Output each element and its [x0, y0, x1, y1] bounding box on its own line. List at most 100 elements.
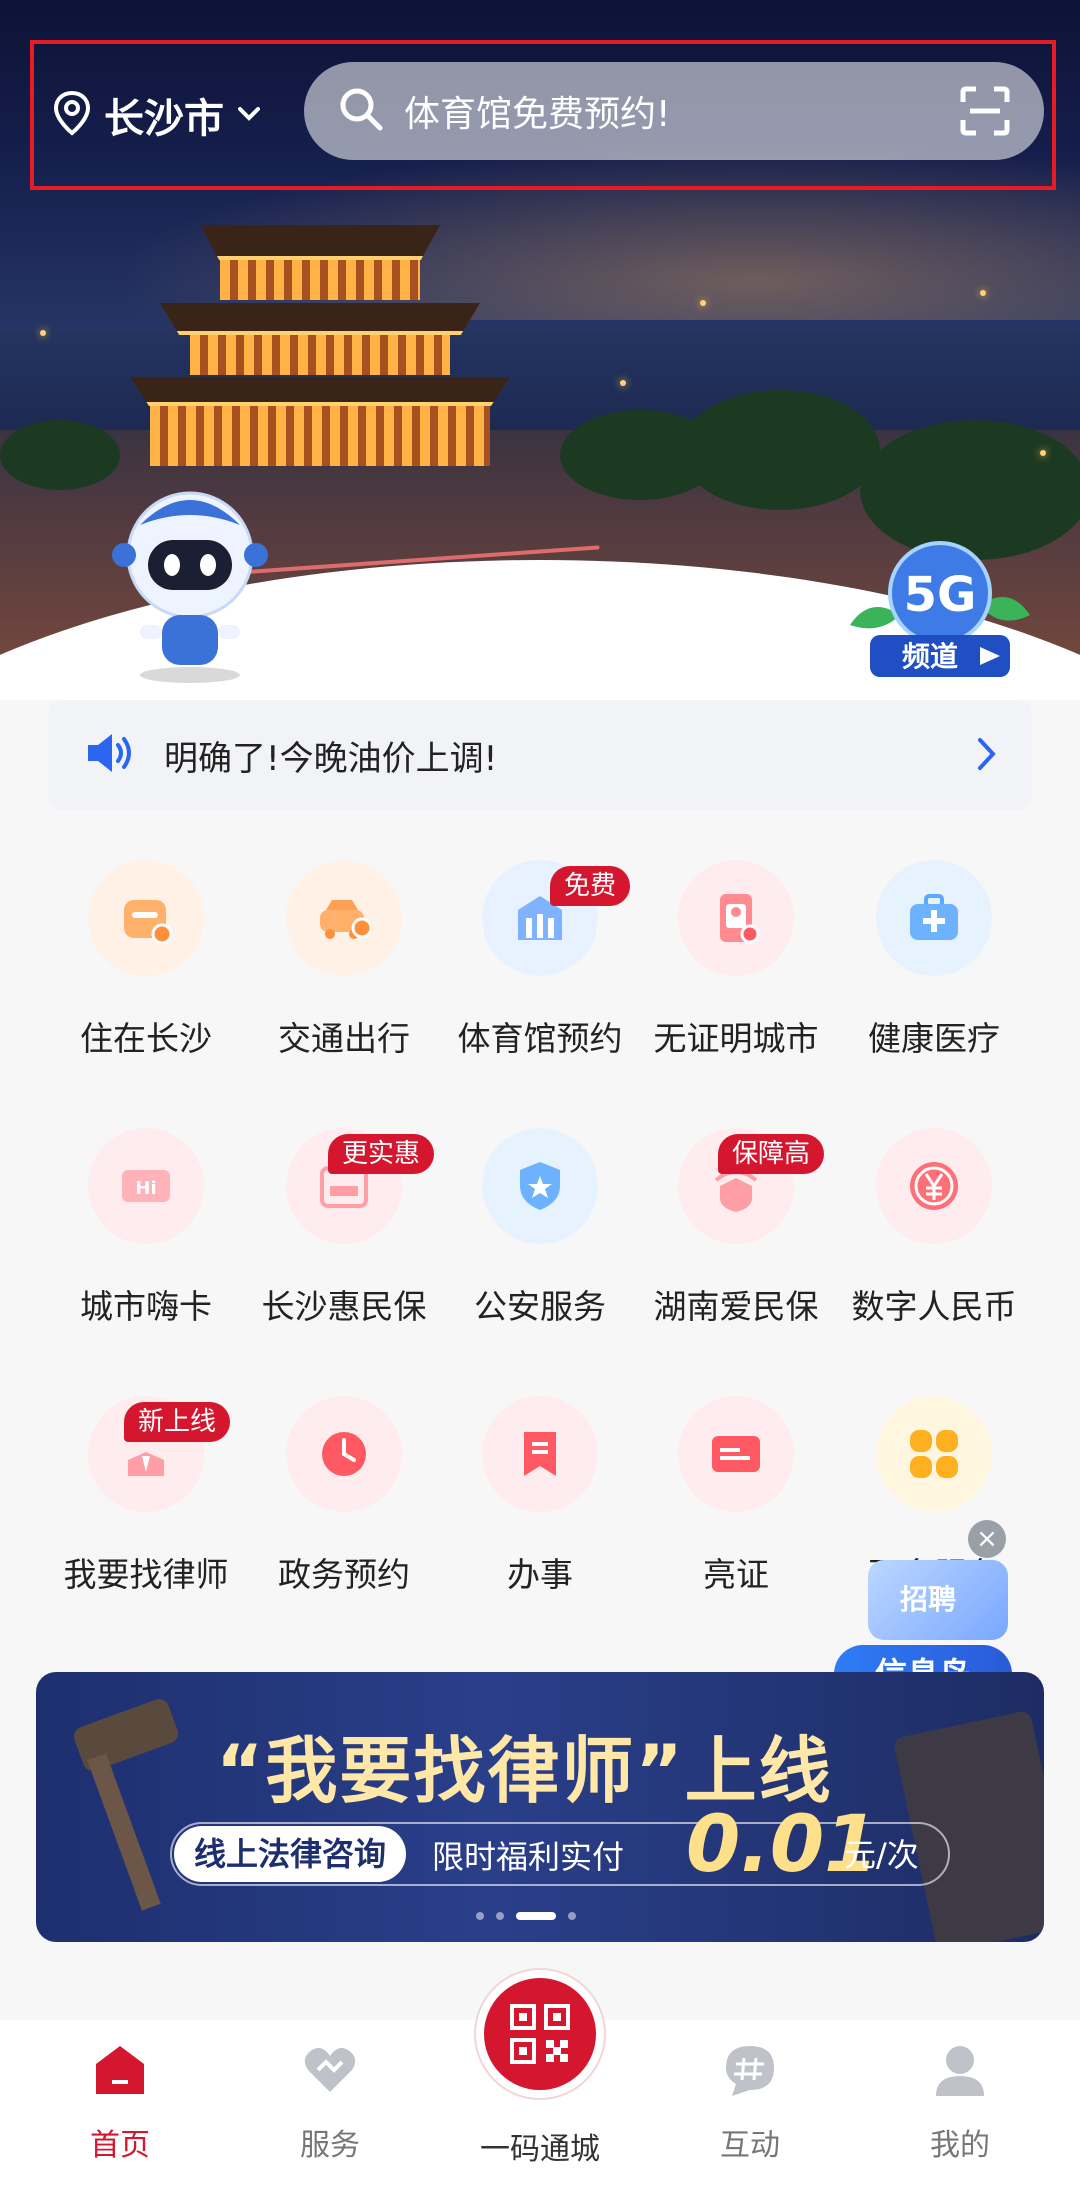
nav-item-home[interactable]: 首页: [12, 2020, 228, 2185]
yuan-coin-icon: [876, 1128, 992, 1244]
5g-channel-badge[interactable]: 5G 频道: [840, 535, 1040, 680]
badge-free: 免费: [550, 866, 631, 906]
gavel-icon: [73, 1699, 179, 1911]
service-item-certificate-free-city[interactable]: 无证明城市: [628, 840, 844, 1090]
service-item-healthcare[interactable]: 健康医疗: [826, 840, 1042, 1090]
speaker-icon: [84, 731, 136, 779]
banner-tag: 线上法律咨询: [174, 1826, 407, 1882]
qr-code-icon: [510, 2004, 570, 2064]
hiring-text: 招聘: [900, 1583, 957, 1616]
clock-icon: [286, 1396, 402, 1512]
channel-text: 频道: [902, 640, 958, 673]
badge-high-protection: 保障高: [718, 1134, 825, 1174]
service-label: 亮证: [703, 1555, 769, 1594]
search-placeholder: 体育馆免费预约!: [404, 94, 671, 135]
carousel-dot-active[interactable]: [516, 1912, 556, 1920]
light: [40, 330, 46, 336]
service-item-hunan-aiminbao[interactable]: 保障高 湖南爱民保: [628, 1108, 844, 1358]
promo-banner[interactable]: “我要找律师”上线 线上法律咨询 限时福利实付 0.01 元/次: [36, 1672, 1044, 1942]
service-item-stadium-booking[interactable]: 免费 体育馆预约: [432, 840, 648, 1090]
tree: [680, 390, 880, 510]
service-item-gov-appointment[interactable]: 政务预约: [236, 1376, 452, 1626]
nav-label: 一码通城: [480, 2132, 600, 2167]
medical-kit-icon: [876, 860, 992, 976]
nav-item-services[interactable]: 服务: [222, 2020, 438, 2185]
carousel-dot[interactable]: [476, 1912, 484, 1920]
house-location-icon: [88, 860, 204, 976]
carousel-dot[interactable]: [568, 1912, 576, 1920]
carousel-dots: [476, 1912, 576, 1920]
service-label: 无证明城市: [653, 1019, 819, 1058]
nav-label: 首页: [90, 2128, 150, 2163]
svg-text:Hi: Hi: [135, 1178, 156, 1199]
service-label: 长沙惠民保: [261, 1287, 427, 1326]
service-icon: [302, 2042, 358, 2102]
search-icon: [338, 86, 384, 136]
service-item-transport[interactable]: 交通出行: [236, 840, 452, 1090]
city-selector[interactable]: 长沙市: [52, 90, 260, 142]
nav-label: 我的: [930, 2128, 990, 2163]
grid-icon: [876, 1396, 992, 1512]
service-label: 我要找律师: [63, 1555, 229, 1594]
light: [620, 380, 626, 386]
service-item-live-in-changsha[interactable]: 住在长沙: [38, 840, 254, 1090]
nav-label: 服务: [300, 2128, 360, 2163]
roof: [200, 225, 440, 260]
card-icon: [678, 1396, 794, 1512]
service-label: 政务预约: [278, 1555, 410, 1594]
service-label: 交通出行: [278, 1019, 410, 1058]
location-pin-icon: [52, 90, 92, 140]
badge-better-value: 更实惠: [328, 1134, 435, 1174]
service-item-city-hi-card[interactable]: Hi 城市嗨卡: [38, 1108, 254, 1358]
service-item-handle-affairs[interactable]: 办事: [432, 1376, 648, 1626]
scan-icon[interactable]: [960, 86, 1010, 140]
light: [980, 290, 986, 296]
roof: [160, 303, 480, 335]
chevron-right-icon: [976, 736, 998, 776]
pavilion-illustration: [110, 190, 510, 490]
roof: [130, 377, 510, 406]
service-item-police-services[interactable]: 公安服务: [432, 1108, 648, 1358]
bookmark-icon: [482, 1396, 598, 1512]
id-phone-icon: [678, 860, 794, 976]
floor: [190, 335, 450, 375]
5g-text: 5G: [904, 567, 977, 623]
service-item-changsha-huiminbao[interactable]: 更实惠 长沙惠民保: [236, 1108, 452, 1358]
banner-promo: 限时福利实付: [432, 1838, 625, 1876]
close-icon[interactable]: ×: [968, 1520, 1006, 1558]
badge-new: 新上线: [124, 1402, 231, 1442]
news-ticker[interactable]: 明确了!今晚油价上调!: [48, 700, 1032, 810]
service-label: 湖南爱民保: [653, 1287, 819, 1326]
search-bar[interactable]: 体育馆免费预约!: [304, 62, 1044, 160]
carousel-dot[interactable]: [496, 1912, 504, 1920]
service-label: 城市嗨卡: [80, 1287, 212, 1326]
service-item-show-license[interactable]: 亮证: [628, 1376, 844, 1626]
service-label: 办事: [507, 1555, 573, 1594]
banner-unit: 元/次: [844, 1836, 919, 1874]
service-item-find-lawyer[interactable]: 新上线 我要找律师: [38, 1376, 254, 1626]
service-label: 体育馆预约: [457, 1019, 623, 1058]
nav-label: 互动: [720, 2128, 780, 2163]
light: [700, 300, 706, 306]
service-label: 住在长沙: [80, 1019, 212, 1058]
service-label: 健康医疗: [868, 1019, 1000, 1058]
nav-item-mine[interactable]: 我的: [852, 2020, 1068, 2185]
service-item-digital-rmb[interactable]: 数字人民币: [826, 1108, 1042, 1358]
floor: [220, 260, 420, 300]
user-icon: [932, 2042, 988, 2102]
chat-hash-icon: [722, 2042, 778, 2102]
service-label: 数字人民币: [851, 1287, 1017, 1326]
hi-card-icon: Hi: [88, 1128, 204, 1244]
city-name: 长沙市: [104, 96, 224, 142]
news-ticker-text: 明确了!今晚油价上调!: [164, 738, 498, 779]
chevron-down-icon: [238, 106, 260, 125]
light: [1040, 450, 1046, 456]
qr-code-button[interactable]: [476, 1970, 604, 2098]
tree: [0, 420, 120, 490]
home-icon: [92, 2042, 148, 2102]
floor: [150, 406, 490, 466]
car-icon: [286, 860, 402, 976]
nav-item-interact[interactable]: 互动: [642, 2020, 858, 2185]
hiring-tag: 招聘: [868, 1560, 1008, 1640]
robot-mascot-icon[interactable]: [110, 485, 270, 685]
